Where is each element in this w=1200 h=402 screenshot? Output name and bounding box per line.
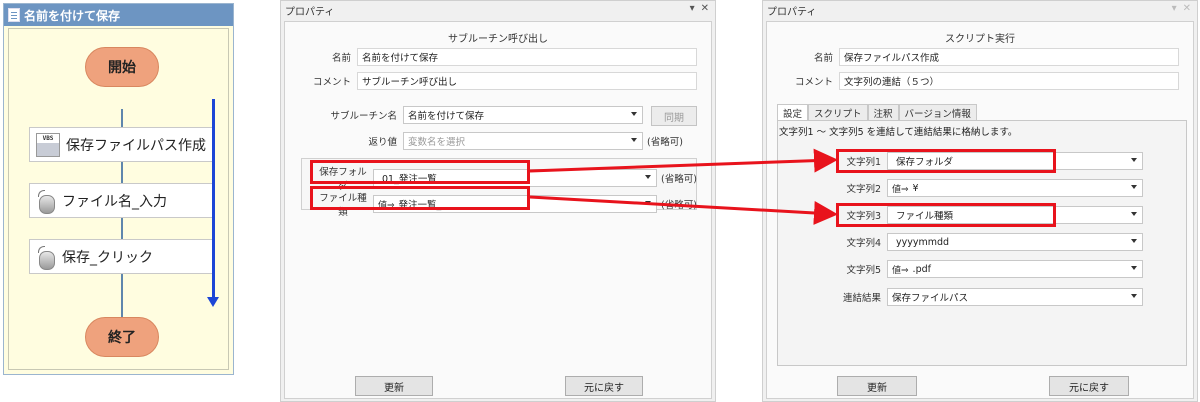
flow-direction-arrow	[207, 99, 219, 307]
chevron-down-icon	[1131, 212, 1137, 216]
return-select[interactable]: 変数名を選択	[403, 132, 643, 150]
string-value: yyyymmdd	[896, 236, 950, 248]
flow-canvas: 開始 VBS 保存ファイルパス作成 ファイル名_入力 保存_クリック 終了	[8, 28, 229, 370]
comment-field[interactable]: サブルーチン呼び出し	[357, 72, 697, 90]
name-label: 名前	[813, 53, 833, 64]
close-icon[interactable]: ✕	[701, 3, 709, 14]
chevron-down-icon	[645, 175, 651, 179]
panel-title-bar: プロパティ ▾ ✕	[281, 1, 715, 19]
panel-body: サブルーチン呼び出し 名前 名前を付けて保存 コメント サブルーチン呼び出し サ…	[284, 21, 712, 399]
return-placeholder: 変数名を選択	[408, 137, 466, 148]
comment-label: コメント	[312, 77, 351, 88]
string-value: .pdf	[912, 263, 931, 275]
chevron-down-icon	[1131, 294, 1137, 298]
panel-header: サブルーチン呼び出し	[448, 34, 548, 45]
tab-version-info[interactable]: バージョン情報	[898, 104, 977, 120]
highlight-box	[310, 160, 530, 184]
string-select[interactable]: 値⇒ ¥	[887, 179, 1143, 197]
highlight-box	[310, 186, 530, 210]
string-value: ¥	[912, 182, 919, 194]
result-value: 保存ファイルパス	[892, 293, 969, 304]
comment-label: コメント	[794, 77, 833, 88]
chevron-down-icon	[631, 112, 637, 116]
value-prefix: 値⇒	[892, 184, 909, 195]
revert-button[interactable]: 元に戻す	[565, 376, 643, 396]
end-node[interactable]: 終了	[85, 317, 159, 357]
return-label: 返り値	[368, 137, 397, 148]
vbs-script-icon: VBS	[36, 132, 60, 157]
highlight-box	[836, 203, 1056, 227]
chevron-down-icon	[1131, 158, 1137, 162]
subroutine-select[interactable]: 名前を付けて保存	[403, 106, 643, 124]
optional-label: (省略可)	[647, 137, 683, 148]
string-select[interactable]: yyyymmdd	[887, 233, 1143, 251]
tab-settings[interactable]: 設定	[777, 104, 809, 120]
dropdown-icon[interactable]: ▾	[1172, 3, 1177, 14]
revert-button[interactable]: 元に戻す	[1049, 376, 1129, 396]
update-button[interactable]: 更新	[355, 376, 433, 396]
flow-title-bar: 名前を付けて保存	[4, 4, 233, 26]
chevron-down-icon	[1131, 185, 1137, 189]
name-field[interactable]: 保存ファイルパス作成	[839, 48, 1179, 66]
properties-panel-script: プロパティ ▾ ✕ スクリプト実行 名前 保存ファイルパス作成 コメント 文字列…	[762, 0, 1198, 402]
panel-header: スクリプト実行	[945, 34, 1015, 45]
chevron-down-icon	[645, 201, 651, 205]
description-text: 文字列1 ～ 文字列5 を連結して連結結果に格納します。	[779, 127, 1018, 138]
tab-script[interactable]: スクリプト	[808, 104, 868, 120]
dropdown-icon[interactable]: ▾	[690, 3, 695, 14]
tab-bar: 設定 スクリプト 注釈 バージョン情報	[777, 104, 977, 120]
highlight-box	[836, 149, 1056, 173]
document-icon	[8, 8, 20, 22]
sync-button[interactable]: 同期	[651, 106, 697, 126]
flow-step[interactable]: ファイル名_入力	[29, 183, 214, 218]
subroutine-value: 名前を付けて保存	[408, 111, 485, 122]
panel-title: プロパティ	[285, 6, 335, 18]
chevron-down-icon	[631, 138, 637, 142]
string-label: 文字列2	[846, 184, 881, 195]
flow-step-label: ファイル名_入力	[62, 193, 167, 210]
tab-annotation[interactable]: 注釈	[867, 104, 899, 120]
string-select[interactable]: 値⇒ .pdf	[887, 260, 1143, 278]
value-prefix: 値⇒	[892, 265, 909, 276]
flow-step-label: 保存_クリック	[62, 249, 153, 266]
update-button[interactable]: 更新	[837, 376, 917, 396]
start-node[interactable]: 開始	[85, 47, 159, 87]
flow-step-label: 保存ファイルパス作成	[66, 137, 206, 154]
string-label: 文字列4	[846, 238, 881, 249]
panel-title: プロパティ	[767, 6, 817, 18]
chevron-down-icon	[1131, 239, 1137, 243]
mouse-icon	[36, 189, 56, 214]
close-icon[interactable]: ✕	[1183, 3, 1191, 14]
name-field[interactable]: 名前を付けて保存	[357, 48, 697, 66]
result-label: 連結結果	[842, 293, 881, 304]
subroutine-label: サブルーチン名	[330, 111, 397, 122]
result-select[interactable]: 保存ファイルパス	[887, 288, 1143, 306]
flow-step[interactable]: VBS 保存ファイルパス作成	[29, 127, 214, 162]
name-label: 名前	[331, 53, 351, 64]
flow-title: 名前を付けて保存	[24, 8, 121, 23]
chevron-down-icon	[1131, 266, 1137, 270]
comment-field[interactable]: 文字列の連結（５つ）	[839, 72, 1179, 90]
string-label: 文字列5	[846, 265, 881, 276]
flow-panel: 名前を付けて保存 開始 VBS 保存ファイルパス作成 ファイル名_入力 保存_ク…	[3, 3, 234, 375]
mouse-icon	[36, 245, 56, 270]
optional-label: (省略可)	[661, 200, 697, 211]
optional-label: (省略可)	[661, 174, 697, 185]
panel-title-bar: プロパティ ▾ ✕	[763, 1, 1197, 19]
flow-step[interactable]: 保存_クリック	[29, 239, 214, 274]
